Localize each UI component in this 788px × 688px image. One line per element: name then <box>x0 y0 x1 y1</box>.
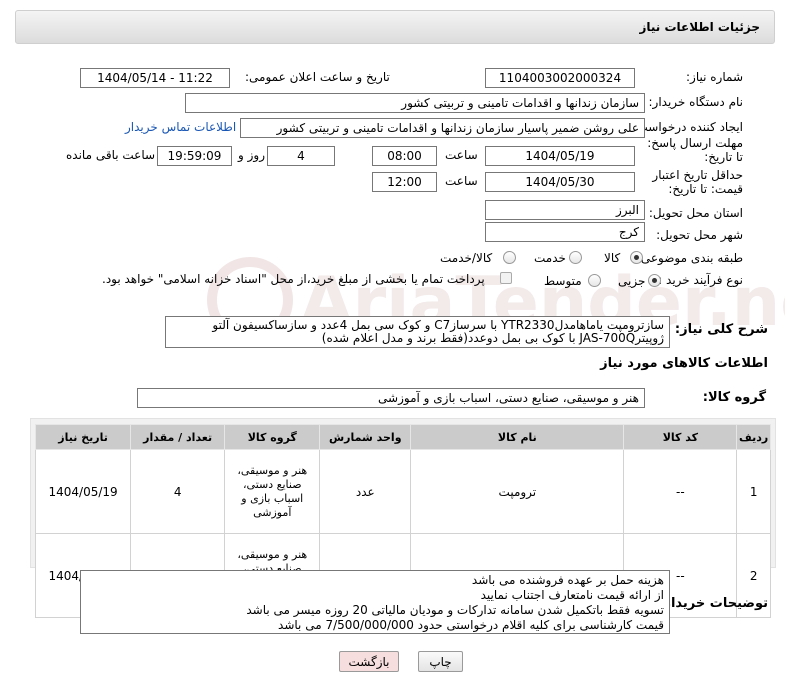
validity-label: حداقل تاریخ اعتبار قیمت: تا تاریخ: <box>652 168 743 196</box>
buyer-notes-label: توضیحات خریدار: <box>658 596 768 611</box>
announce-field: 1404/05/14 - 11:22 <box>80 68 230 88</box>
cell-quantity: 4 <box>130 449 226 534</box>
buyer-note-line: هزینه حمل بر عهده فروشنده می باشد <box>471 573 664 587</box>
buyer-note-line: قیمت کارشناسی برای کلیه اقلام درخواستی ح… <box>278 618 664 632</box>
cell-row-number: 1 <box>736 449 771 534</box>
province-field: البرز <box>485 200 645 220</box>
remaining-time-field: 19:59:09 <box>157 146 232 166</box>
header-unit: واحد شمارش <box>319 424 412 450</box>
header-quantity: تعداد / مقدار <box>130 424 226 450</box>
cell-item-code: -- <box>623 449 738 534</box>
goods-info-title: اطلاعات کالاهای مورد نیاز <box>600 356 768 371</box>
table-row: 1 -- ترومپت عدد هنر و موسیقی، صنایع دستی… <box>34 449 771 534</box>
reply-date-field: 1404/05/19 <box>485 146 635 166</box>
table-header-row: ردیف کد کالا نام کالا واحد شمارش گروه کا… <box>34 424 771 450</box>
page-header: جزئیات اطلاعات نیاز <box>15 10 775 44</box>
radio-goods-label: کالا <box>604 251 621 265</box>
summary-textarea[interactable]: سازترومپت یاماهامدلYTR2330 با سرسازC7 و … <box>165 316 670 348</box>
process-label: نوع فرآیند خرید : <box>658 273 743 287</box>
days-label: روز و <box>238 148 265 162</box>
city-label: شهر محل تحویل: <box>656 228 743 242</box>
cell-group: هنر و موسیقی، صنایع دستی، اسباب بازی و آ… <box>224 449 321 534</box>
city-field: کرج <box>485 222 645 242</box>
validity-time-field: 12:00 <box>372 172 437 192</box>
page-title: جزئیات اطلاعات نیاز <box>639 20 760 34</box>
radio-service[interactable] <box>569 251 582 264</box>
header-row-number: ردیف <box>736 424 771 450</box>
header-item-name: نام کالا <box>410 424 625 450</box>
print-button[interactable]: چاپ <box>418 651 463 672</box>
radio-minor[interactable] <box>648 274 661 287</box>
contact-buyer-link[interactable]: اطلاعات تماس خریدار <box>125 120 236 134</box>
cell-unit: عدد <box>319 449 412 534</box>
buyer-notes-textarea[interactable]: هزینه حمل بر عهده فروشنده می باشد از ارا… <box>80 570 670 634</box>
cell-need-date: 1404/05/19 <box>34 449 132 534</box>
header-group: گروه کالا <box>224 424 321 450</box>
radio-minor-label: جزیی <box>618 274 646 288</box>
creator-field: علی روشن ضمیر پاسیار سازمان زندانها و اق… <box>240 118 645 138</box>
radio-goods-service[interactable] <box>503 251 516 264</box>
treasury-checkbox[interactable] <box>500 272 512 284</box>
payment-note: پرداخت تمام یا بخشی از مبلغ خرید،از محل … <box>102 272 485 286</box>
reply-time-field: 08:00 <box>372 146 437 166</box>
validity-date-field: 1404/05/30 <box>485 172 635 192</box>
header-need-date: تاریخ نیاز <box>34 424 132 450</box>
radio-medium-label: متوسط <box>544 274 582 288</box>
need-number-label: شماره نیاز: <box>686 70 743 84</box>
need-number-field: 1104003002000324 <box>485 68 635 88</box>
buyer-org-field: سازمان زندانها و اقدامات تامینی و تربیتی… <box>185 93 645 113</box>
cell-item-name: ترومپت <box>410 449 625 534</box>
validity-time-label: ساعت <box>445 174 478 188</box>
radio-medium[interactable] <box>588 274 601 287</box>
back-button[interactable]: بازگشت <box>339 651 399 672</box>
reply-deadline-label: مهلت ارسال پاسخ: تا تاریخ: <box>647 136 743 164</box>
creator-label: ایجاد کننده درخواست: <box>632 120 743 134</box>
summary-label: شرح کلی نیاز: <box>674 322 768 337</box>
header-item-code: کد کالا <box>623 424 738 450</box>
province-label: استان محل تحویل: <box>648 206 743 220</box>
buyer-note-line: تسویه فقط باتکمیل شدن سامانه تدارکات و م… <box>246 603 664 617</box>
buyer-note-line: از ارائه قیمت نامتعارف اجتناب نمایید <box>480 588 664 602</box>
radio-goods-service-label: کالا/خدمت <box>440 251 493 265</box>
reply-time-label: ساعت <box>445 148 478 162</box>
announce-label: تاریخ و ساعت اعلان عمومی: <box>245 70 390 84</box>
radio-service-label: خدمت <box>534 251 566 265</box>
buyer-org-label: نام دستگاه خریدار: <box>648 95 744 109</box>
goods-group-field: هنر و موسیقی، صنایع دستی، اسباب بازی و آ… <box>137 388 645 408</box>
category-label: طبقه بندی موضوعی: <box>636 251 743 265</box>
radio-goods[interactable] <box>630 251 643 264</box>
days-field: 4 <box>267 146 335 166</box>
goods-group-label: گروه کالا: <box>702 390 766 405</box>
remaining-label: ساعت باقی مانده <box>66 148 156 162</box>
